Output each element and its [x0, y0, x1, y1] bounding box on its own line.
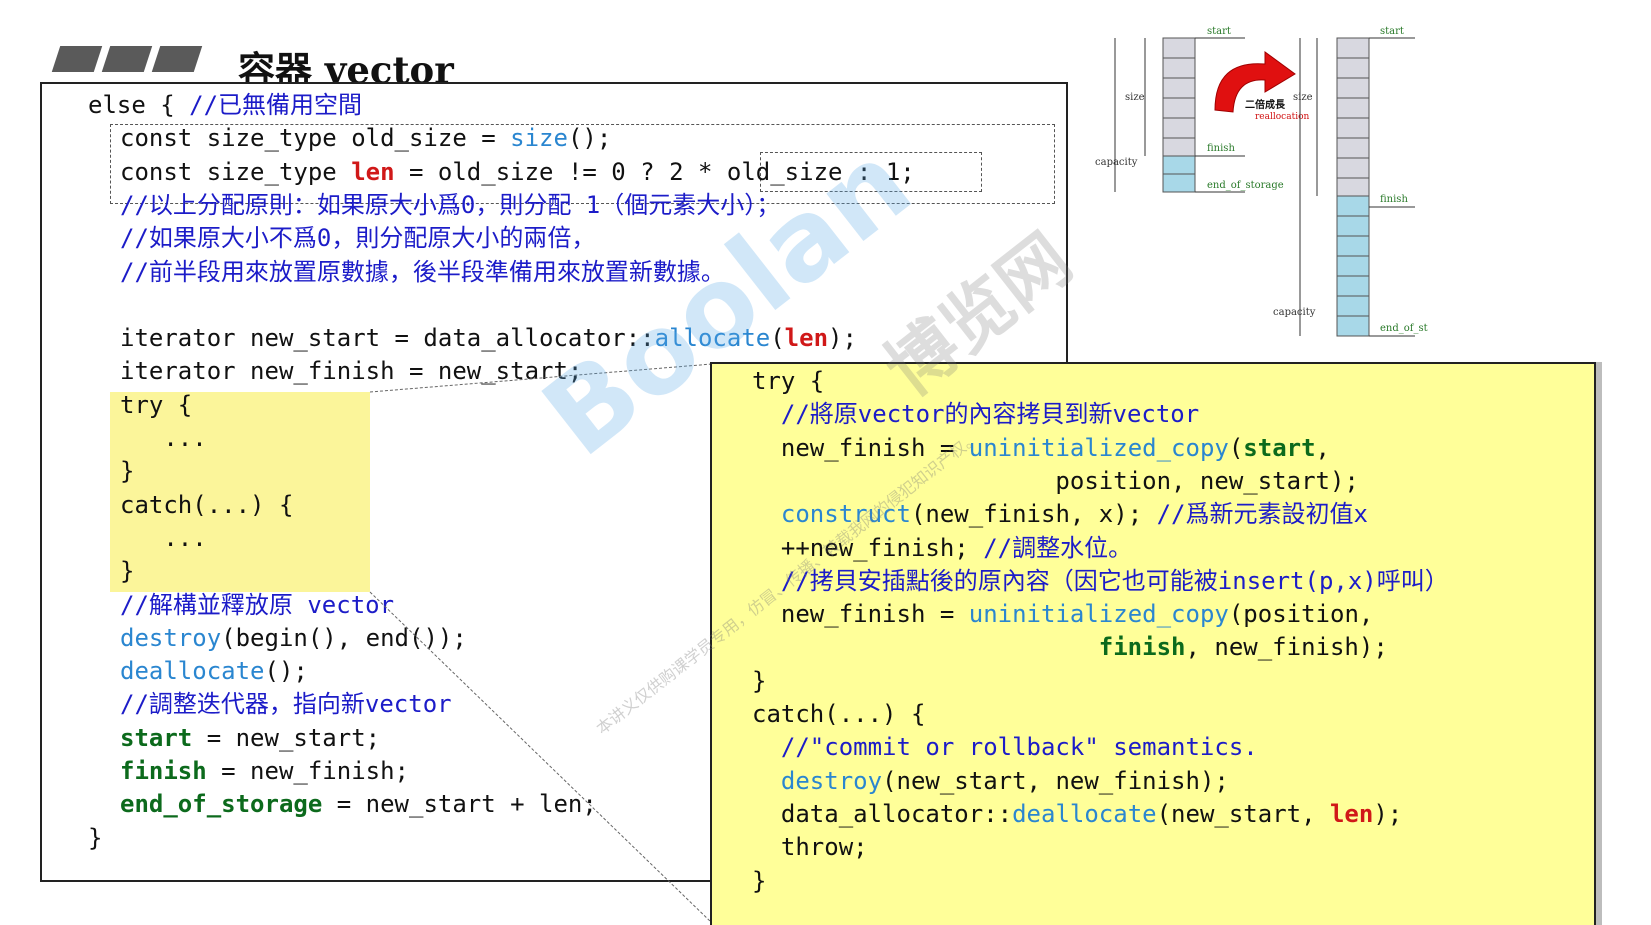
code-line: //將原vector的內容拷貝到新vector	[752, 399, 1199, 429]
code-token: position, new_start);	[752, 466, 1359, 495]
old-size-label: size	[1125, 92, 1145, 103]
new-end-label: end_of_st	[1380, 323, 1428, 334]
code-line: new_finish = uninitialized_copy(position…	[752, 599, 1373, 629]
code-token: uninitialized_copy	[968, 433, 1229, 462]
old-finish-label: finish	[1207, 143, 1235, 154]
code-token: //爲新元素設初值x	[1156, 500, 1368, 529]
code-token: }	[752, 866, 767, 895]
code-token: (new_start, new_finish);	[882, 766, 1229, 795]
code-token: (new_finish, x);	[910, 500, 1157, 529]
code-token: }	[752, 666, 767, 695]
code-token: , new_finish);	[1185, 633, 1388, 662]
code-line: throw;	[752, 832, 868, 862]
code-token: deallocate	[1012, 799, 1157, 828]
code-token: catch(...) {	[752, 700, 926, 728]
code-token: (position,	[1228, 600, 1374, 629]
code-token: ,	[1315, 433, 1330, 462]
code-token: finish	[1098, 633, 1186, 662]
code-line: }	[752, 666, 766, 696]
code-token: );	[1373, 799, 1403, 828]
code-token: ++new_finish;	[752, 533, 984, 562]
old-capacity-label: capacity	[1095, 157, 1138, 168]
code-line: //"commit or rollback" semantics.	[752, 732, 1258, 762]
realloc-label: reallocation	[1255, 112, 1309, 122]
new-finish-label: finish	[1380, 194, 1408, 205]
new-capacity-label: capacity	[1273, 307, 1316, 318]
code-token: //將原vector的內容拷貝到新vector	[752, 400, 1200, 429]
code-token: data_allocator::	[752, 799, 1013, 828]
old-vector-cells	[1162, 37, 1196, 193]
new-start-label: start	[1380, 26, 1404, 37]
new-size-label: size	[1293, 92, 1313, 103]
code-token: (	[1228, 433, 1244, 462]
code-line: position, new_start);	[752, 466, 1359, 496]
code-token: try {	[752, 367, 825, 395]
code-token: len	[1329, 799, 1374, 828]
code-line: catch(...) {	[752, 699, 925, 729]
code-token: destroy	[780, 766, 883, 795]
code-line: new_finish = uninitialized_copy(start,	[752, 433, 1330, 463]
old-start-label: start	[1207, 26, 1231, 37]
code-token: new_finish =	[752, 600, 969, 629]
code-line: finish, new_finish);	[752, 632, 1388, 662]
code-token: uninitialized_copy	[968, 600, 1229, 629]
code-line: try {	[752, 366, 824, 396]
code-line: }	[752, 866, 766, 896]
code-token: start	[1243, 433, 1316, 462]
code-line: destroy(new_start, new_finish);	[752, 766, 1229, 796]
code-line: //拷貝安插點後的原內容（因它也可能被insert(p,x)呼叫）	[752, 566, 1449, 596]
vector-memory-diagram: start finish end_of_storage size capacit…	[1095, 26, 1428, 337]
code-token: (new_start,	[1156, 799, 1330, 828]
grow-label: 二倍成長	[1245, 98, 1286, 111]
code-token: //拷貝安插點後的原內容（因它也可能被insert(p,x)呼叫）	[752, 566, 1449, 595]
code-token: //調整水位。	[983, 533, 1133, 562]
new-vector-cells	[1336, 37, 1370, 337]
code-line: data_allocator::deallocate(new_start, le…	[752, 799, 1402, 829]
code-token: throw;	[752, 833, 868, 862]
code-token: //"commit or rollback" semantics.	[752, 733, 1258, 762]
old-end-label: end_of_storage	[1207, 180, 1284, 191]
